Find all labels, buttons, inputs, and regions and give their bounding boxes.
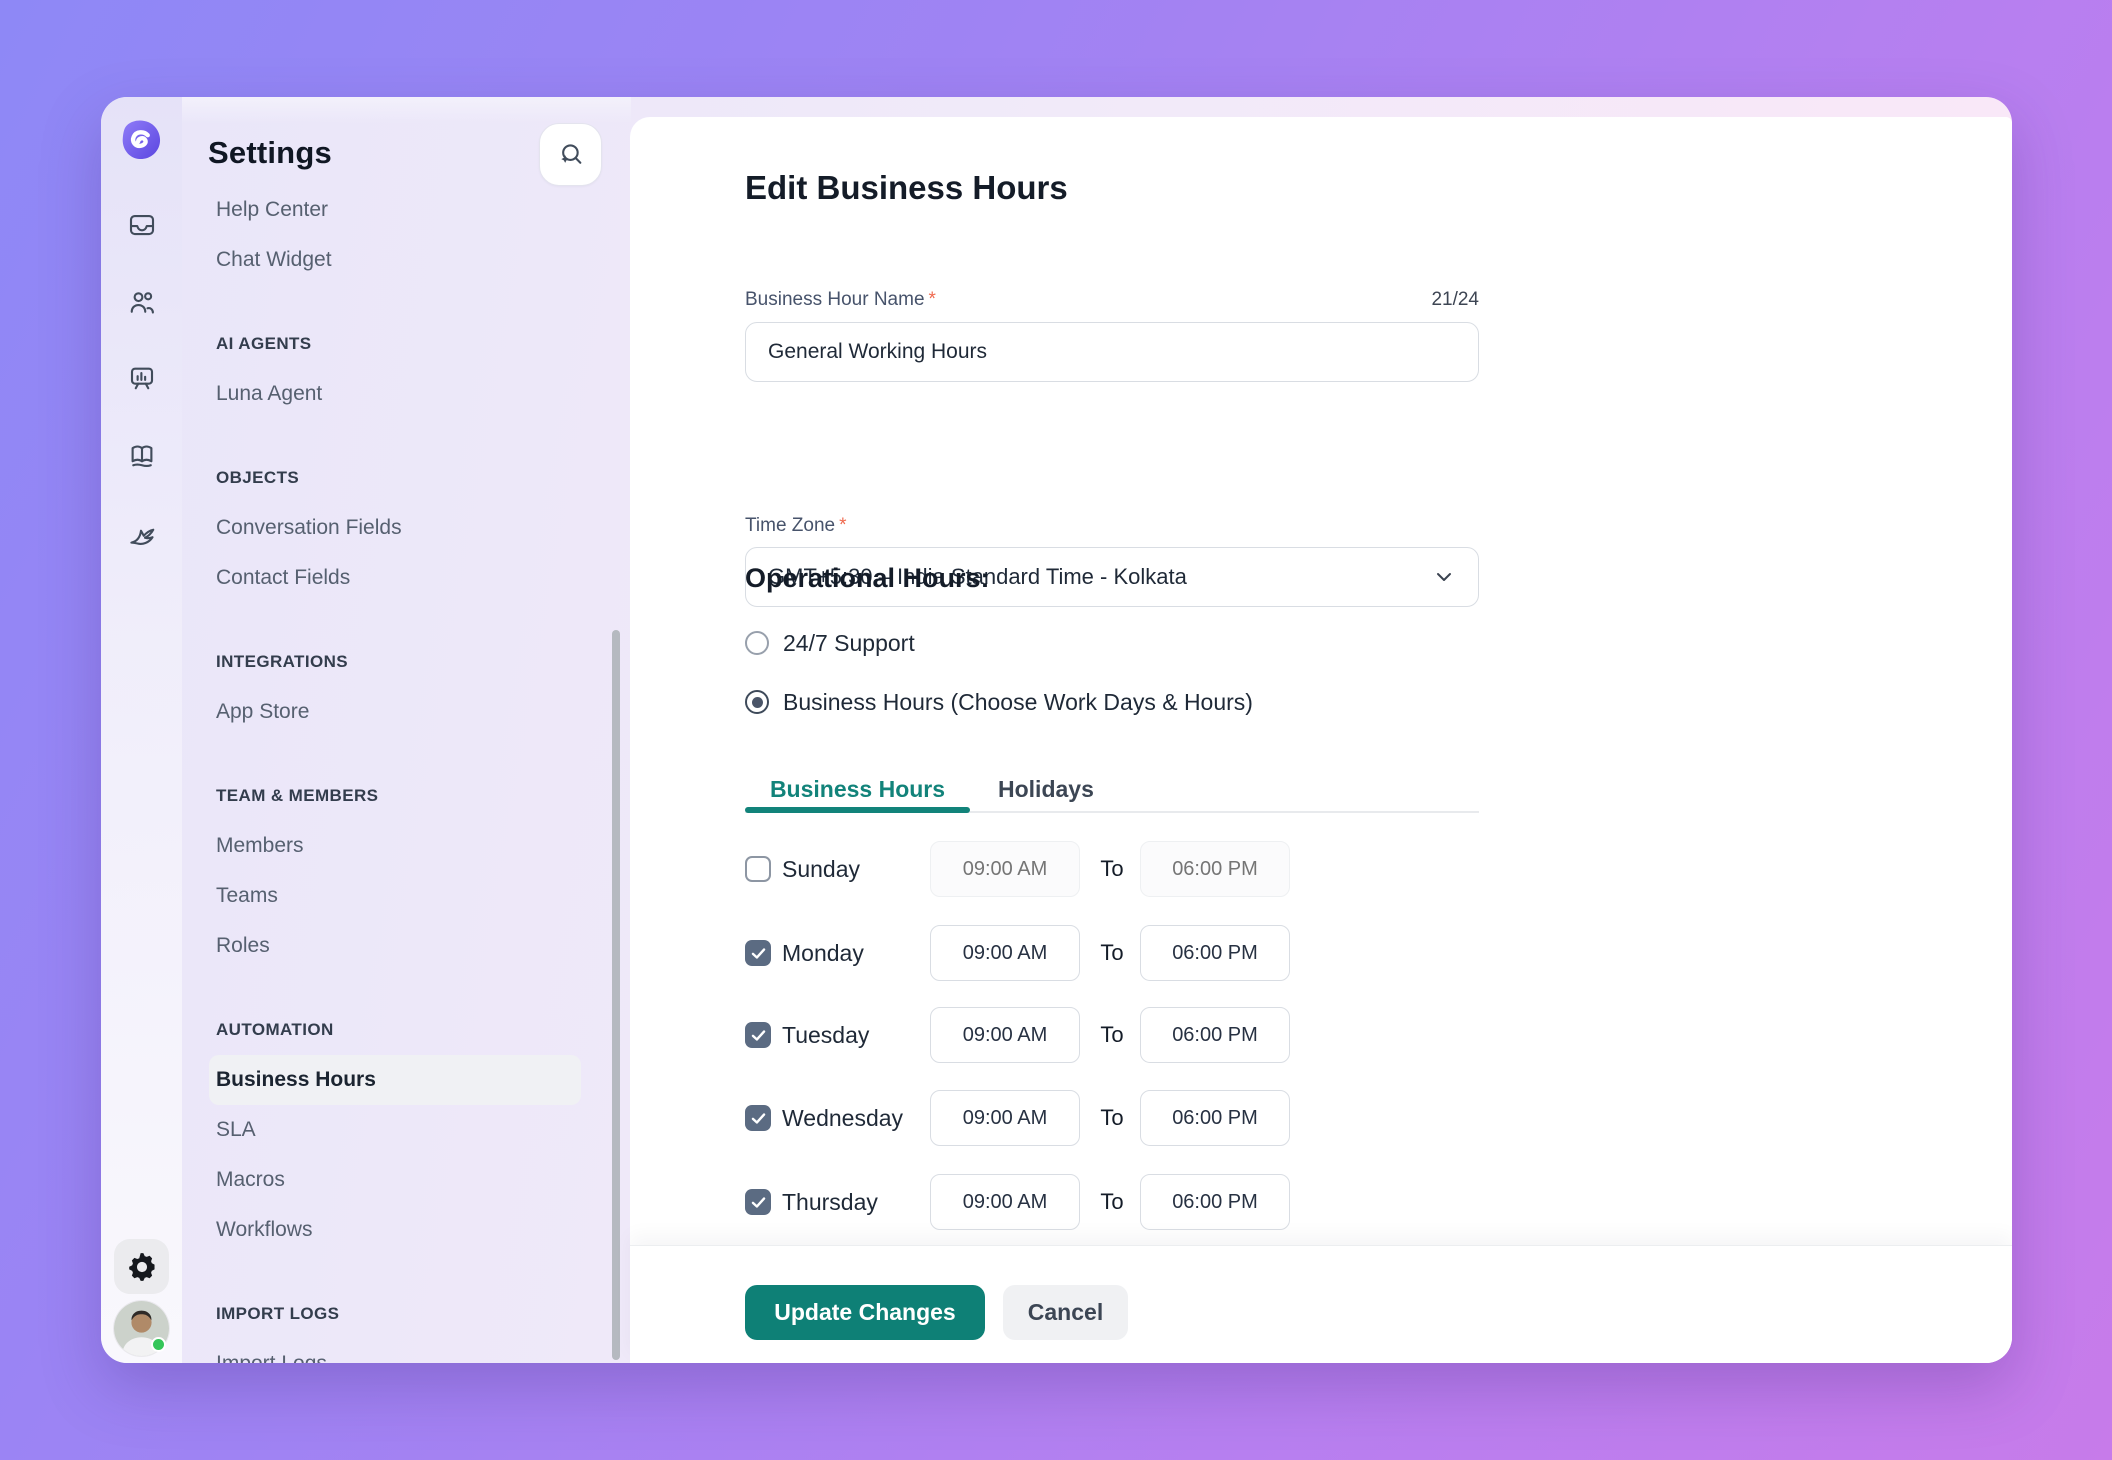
sidebar-item-members[interactable]: Members <box>209 821 581 871</box>
start-time-input[interactable] <box>930 1174 1080 1230</box>
start-time-input[interactable] <box>930 1007 1080 1063</box>
end-time-input[interactable] <box>1140 841 1290 897</box>
tab-business-hours[interactable]: Business Hours <box>745 769 970 809</box>
sidebar-item-chat-widget[interactable]: Chat Widget <box>209 235 581 285</box>
timezone-label: Time Zone* <box>745 515 847 537</box>
sidebar-item-conversation-fields[interactable]: Conversation Fields <box>209 503 581 553</box>
day-label: Thursday <box>782 1174 878 1230</box>
sidebar-item-sla[interactable]: SLA <box>209 1105 581 1155</box>
name-field-label-row: Business Hour Name* 21/24 <box>745 289 1479 311</box>
sidebar-item-teams[interactable]: Teams <box>209 871 581 921</box>
end-time-input[interactable] <box>1140 1174 1290 1230</box>
app-logo[interactable] <box>118 117 164 163</box>
form-footer: Update Changes Cancel <box>630 1245 2012 1363</box>
desktop-background: Settings Help CenterChat Widget AI AGENTS… <box>0 0 2112 1460</box>
sidebar-item-help-center[interactable]: Help Center <box>209 185 581 235</box>
business-hour-name-input[interactable] <box>745 322 1479 382</box>
to-label: To <box>1092 925 1132 981</box>
settings-sidebar: Settings Help CenterChat Widget AI AGENTS… <box>182 97 631 1363</box>
tab-holidays[interactable]: Holidays <box>998 769 1094 809</box>
sidebar-scrollbar[interactable] <box>612 630 620 1360</box>
knowledge-base-icon[interactable] <box>101 430 182 480</box>
sidebar-item-workflows[interactable]: Workflows <box>209 1205 581 1255</box>
sidebar-section-header: AUTOMATION <box>182 1005 631 1055</box>
reports-icon[interactable] <box>101 353 182 403</box>
radio-option-business-hours[interactable]: Business Hours (Choose Work Days & Hours… <box>745 689 1253 715</box>
sidebar-section-header: OBJECTS <box>182 453 631 503</box>
radio-icon[interactable] <box>745 690 769 714</box>
radio-option-247[interactable]: 24/7 Support <box>745 630 915 656</box>
start-time-input[interactable] <box>930 1090 1080 1146</box>
sidebar-item-luna-agent[interactable]: Luna Agent <box>209 369 581 419</box>
checkbox-unchecked-icon[interactable] <box>745 856 771 882</box>
page-title: Edit Business Hours <box>745 169 1068 207</box>
icon-rail <box>101 97 182 1363</box>
sidebar-title: Settings <box>208 135 332 171</box>
sidebar-item-import-logs[interactable]: Import Logs <box>209 1339 581 1363</box>
app-window: Settings Help CenterChat Widget AI AGENTS… <box>101 97 2012 1363</box>
main-panel: Edit Business Hours Business Hour Name* … <box>630 117 2012 1363</box>
checkbox-checked-icon[interactable] <box>745 940 771 966</box>
end-time-input[interactable] <box>1140 1007 1290 1063</box>
checkbox-checked-icon[interactable] <box>745 1105 771 1131</box>
to-label: To <box>1092 1090 1132 1146</box>
to-label: To <box>1092 841 1132 897</box>
active-tab-underline <box>745 807 970 813</box>
sidebar-item-app-store[interactable]: App Store <box>209 687 581 737</box>
sidebar-item-business-hours[interactable]: Business Hours <box>209 1055 581 1105</box>
start-time-input[interactable] <box>930 925 1080 981</box>
end-time-input[interactable] <box>1140 925 1290 981</box>
sidebar-menu: Help CenterChat Widget AI AGENTSLuna Agen… <box>182 185 631 1363</box>
inbox-icon[interactable] <box>101 200 182 250</box>
ai-search-button[interactable] <box>539 123 602 186</box>
sidebar-item-macros[interactable]: Macros <box>209 1155 581 1205</box>
day-label: Wednesday <box>782 1090 903 1146</box>
char-counter: 21/24 <box>1431 289 1479 311</box>
sidebar-section-header: AI AGENTS <box>182 319 631 369</box>
hours-tabs: Business Hours Holidays <box>745 769 1094 809</box>
to-label: To <box>1092 1007 1132 1063</box>
sidebar-item-contact-fields[interactable]: Contact Fields <box>209 553 581 603</box>
day-row-thursday: Thursday To <box>630 1174 2012 1230</box>
sidebar-section-header: INTEGRATIONS <box>182 637 631 687</box>
to-label: To <box>1092 1174 1132 1230</box>
day-row-wednesday: Wednesday To <box>630 1090 2012 1146</box>
sidebar-section-header: IMPORT LOGS <box>182 1289 631 1339</box>
checkbox-checked-icon[interactable] <box>745 1022 771 1048</box>
sidebar-top-fade <box>182 97 631 123</box>
day-label: Monday <box>782 925 864 981</box>
required-asterisk: * <box>929 289 936 310</box>
day-row-monday: Monday To <box>630 925 2012 981</box>
required-asterisk: * <box>839 515 846 536</box>
checkbox-checked-icon[interactable] <box>745 1189 771 1215</box>
contacts-icon[interactable] <box>101 278 182 328</box>
end-time-input[interactable] <box>1140 1090 1290 1146</box>
update-changes-button[interactable]: Update Changes <box>745 1285 985 1340</box>
day-label: Sunday <box>782 841 860 897</box>
luna-bird-icon[interactable] <box>101 512 182 562</box>
online-status-dot <box>151 1337 166 1352</box>
operational-hours-heading: Operational Hours: <box>745 563 990 594</box>
name-field-label: Business Hour Name* <box>745 289 936 311</box>
timezone-label-row: Time Zone* <box>745 515 1479 537</box>
day-row-tuesday: Tuesday To <box>630 1007 2012 1063</box>
day-label: Tuesday <box>782 1007 869 1063</box>
chevron-down-icon <box>1432 565 1456 589</box>
start-time-input[interactable] <box>930 841 1080 897</box>
settings-gear-icon[interactable] <box>114 1239 169 1294</box>
cancel-button[interactable]: Cancel <box>1003 1285 1128 1340</box>
sidebar-item-roles[interactable]: Roles <box>209 921 581 971</box>
radio-icon[interactable] <box>745 631 769 655</box>
sidebar-section-header: TEAM & MEMBERS <box>182 771 631 821</box>
day-row-sunday: Sunday To <box>630 841 2012 897</box>
